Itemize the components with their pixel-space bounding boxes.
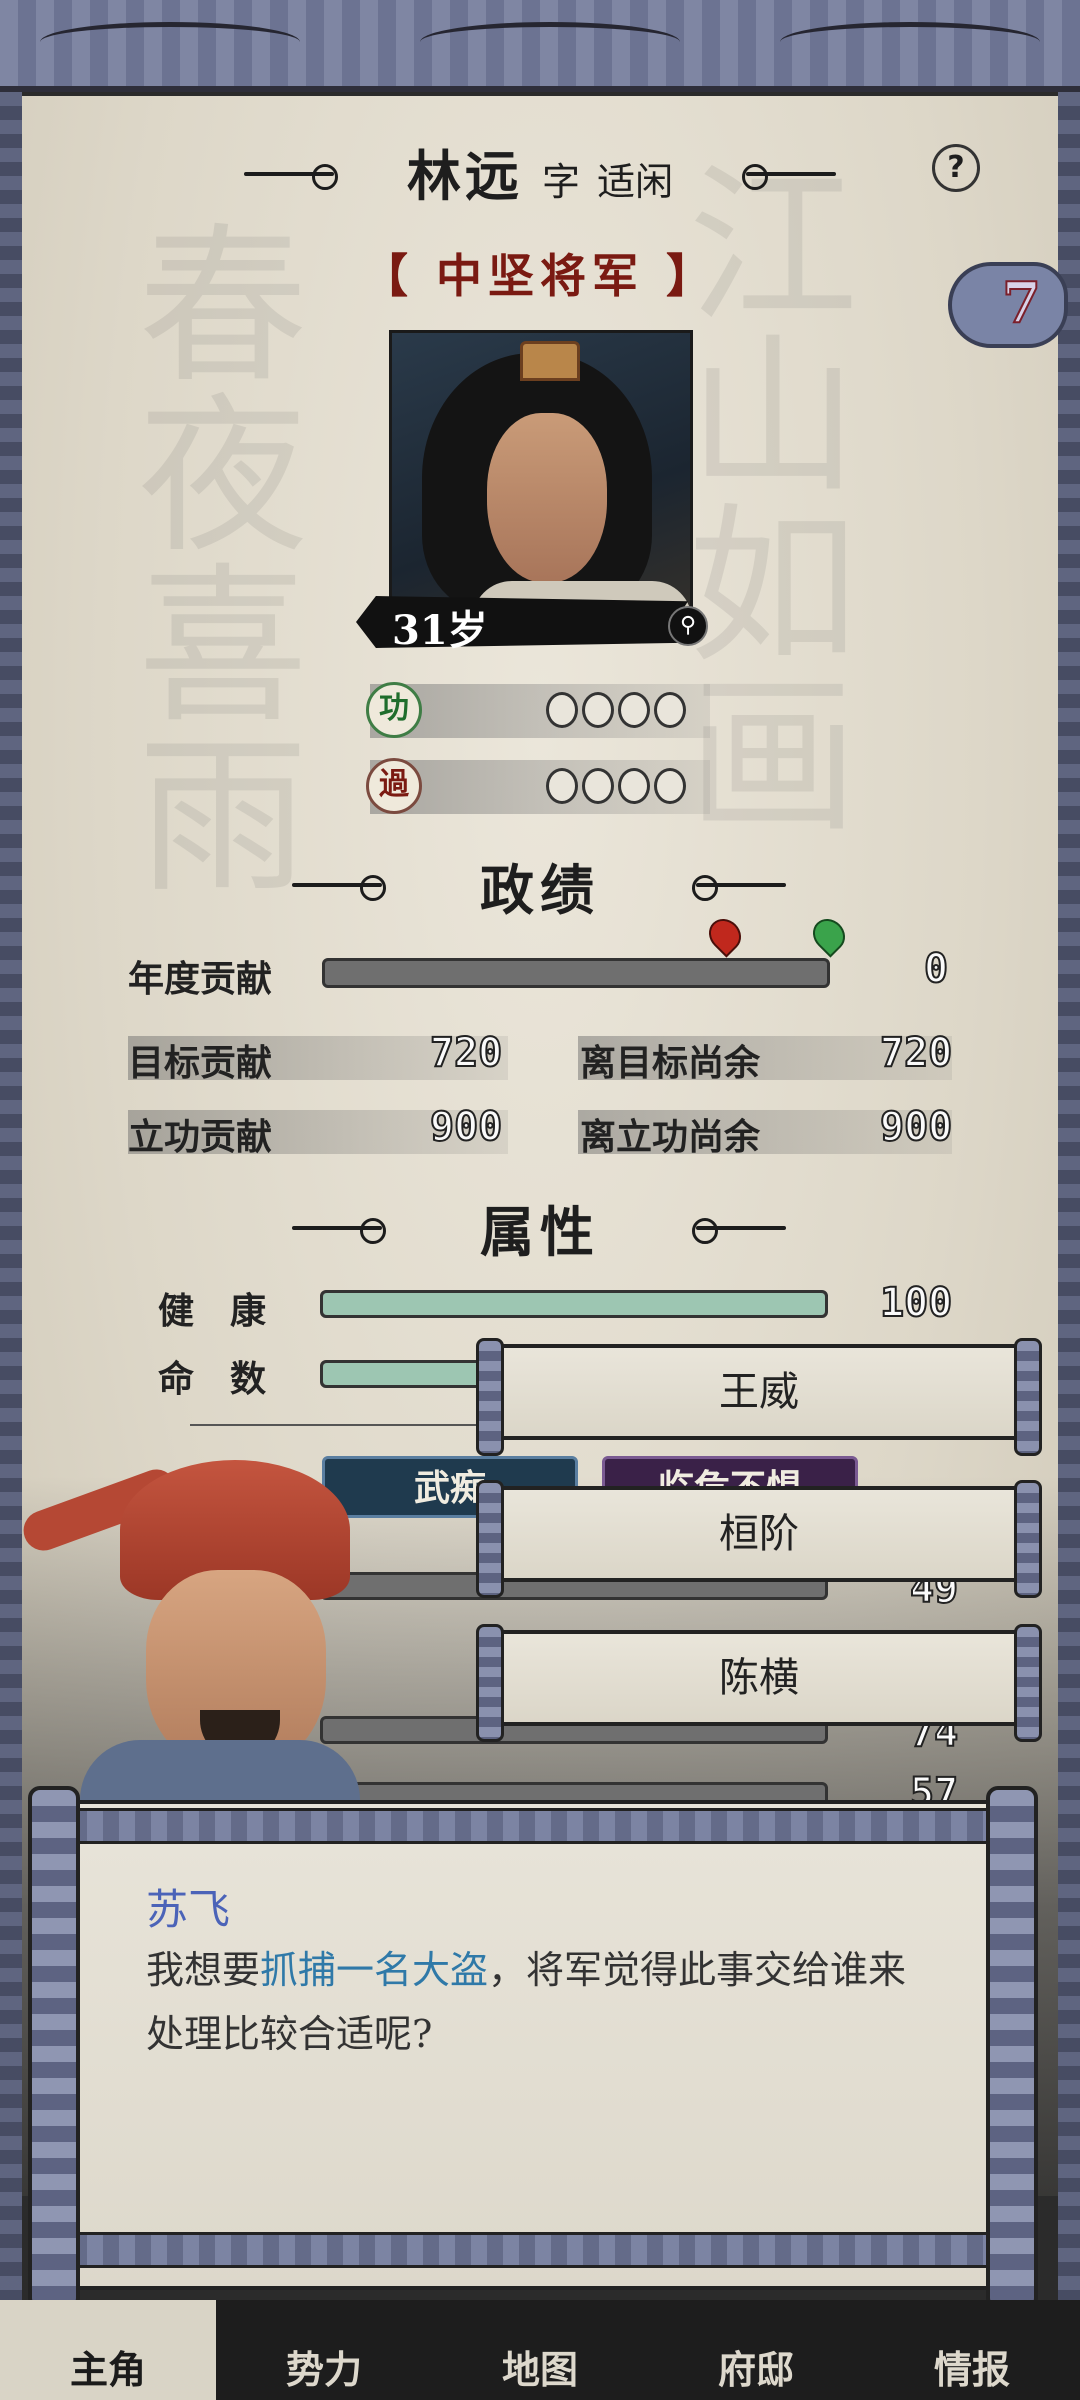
tab-intelligence[interactable]: 情报 bbox=[864, 2300, 1080, 2400]
demerit-swirl-icon bbox=[582, 768, 614, 804]
npc-portrait bbox=[17, 1460, 380, 1820]
cloud-swirl-icon bbox=[420, 22, 680, 62]
tab-map[interactable]: 地图 bbox=[432, 2300, 648, 2400]
merit-drop-icon bbox=[546, 692, 578, 728]
bottom-tab-bar: 主角 势力 地图 府邸 情报 bbox=[0, 2300, 1080, 2400]
help-button[interactable]: ? bbox=[932, 144, 980, 192]
option-chen-heng[interactable]: 陈横 bbox=[476, 1624, 1042, 1742]
portrait-face bbox=[487, 413, 607, 583]
age-text: 31岁 bbox=[392, 607, 488, 654]
annual-contribution-label: 年度贡献 bbox=[128, 958, 273, 1000]
remain-merit-value: 900 bbox=[879, 1103, 953, 1151]
tab-faction[interactable]: 势力 bbox=[216, 2300, 432, 2400]
top-decorative-band bbox=[0, 0, 1080, 92]
remain-merit-label: 离立功尚余 bbox=[580, 1116, 761, 1158]
portrait-crown bbox=[520, 341, 580, 381]
demerit-swirl-icon bbox=[546, 768, 578, 804]
tab-mansion[interactable]: 府邸 bbox=[648, 2300, 864, 2400]
health-value: 100 bbox=[879, 1279, 953, 1327]
cloud-swirl-icon bbox=[780, 22, 1040, 62]
dialog-scroll-roller-right bbox=[986, 1786, 1038, 2310]
annual-contribution-bar bbox=[322, 958, 830, 988]
remain-target-value: 720 bbox=[879, 1029, 953, 1077]
speaker-name: 苏飞 bbox=[146, 1885, 231, 1934]
merit-contribution-value: 900 bbox=[429, 1103, 503, 1151]
courtesy-label: 字 bbox=[541, 160, 580, 204]
target-contribution-value: 720 bbox=[429, 1029, 503, 1077]
dialog-bottom-band bbox=[52, 2232, 998, 2268]
divider bbox=[190, 1424, 510, 1426]
politics-title: 政绩 bbox=[480, 858, 600, 922]
merit-drop-icon bbox=[582, 692, 614, 728]
health-bar-fill bbox=[323, 1293, 825, 1315]
fate-label: 命 数 bbox=[158, 1358, 267, 1400]
background-calligraphy: 春夜喜雨 bbox=[108, 216, 306, 896]
cloud-swirl-icon bbox=[40, 22, 300, 62]
merit-badge: 功 bbox=[366, 682, 422, 738]
health-label: 健 康 bbox=[158, 1290, 267, 1332]
character-portrait[interactable] bbox=[389, 330, 693, 630]
dialog-scroll-roller-left bbox=[28, 1786, 80, 2310]
fate-bar-fill bbox=[323, 1363, 497, 1385]
fate-bar bbox=[320, 1360, 500, 1388]
demerit-swirl-icon bbox=[618, 768, 650, 804]
demerit-icons bbox=[546, 768, 686, 804]
tab-protagonist[interactable]: 主角 bbox=[0, 2300, 216, 2400]
option-wang-wei[interactable]: 王威 bbox=[476, 1338, 1042, 1456]
dialog-text-highlight: 抓捕一名大盗 bbox=[260, 1948, 489, 1992]
target-contribution-label: 目标贡献 bbox=[128, 1042, 273, 1084]
annual-contribution-value: 0 bbox=[923, 945, 949, 993]
merit-drop-icon bbox=[618, 692, 650, 728]
dialog-text: 我想要抓捕一名大盗，将军觉得此事交给谁来处理比较合适呢? bbox=[146, 1938, 926, 2066]
remain-target-label: 离目标尚余 bbox=[580, 1042, 761, 1084]
character-name-line: 林远 字 适闲 bbox=[0, 132, 1080, 211]
merit-icons bbox=[546, 692, 686, 728]
merit-drop-icon bbox=[654, 692, 686, 728]
dialog-text-before: 我想要 bbox=[146, 1948, 261, 1992]
option-huan-jie[interactable]: 桓阶 bbox=[476, 1480, 1042, 1598]
rank-title: 【 中坚将军 】 bbox=[361, 249, 719, 303]
attributes-title: 属性 bbox=[480, 1200, 600, 1264]
demerit-swirl-icon bbox=[654, 768, 686, 804]
demerit-badge: 過 bbox=[366, 758, 422, 814]
magnifier-icon[interactable]: ⚲ bbox=[668, 606, 708, 646]
dialog-top-band bbox=[52, 1808, 998, 1844]
character-name: 林远 bbox=[406, 144, 523, 208]
courtesy-name: 适闲 bbox=[597, 160, 674, 204]
health-bar bbox=[320, 1290, 828, 1318]
merit-contribution-label: 立功贡献 bbox=[128, 1116, 273, 1158]
